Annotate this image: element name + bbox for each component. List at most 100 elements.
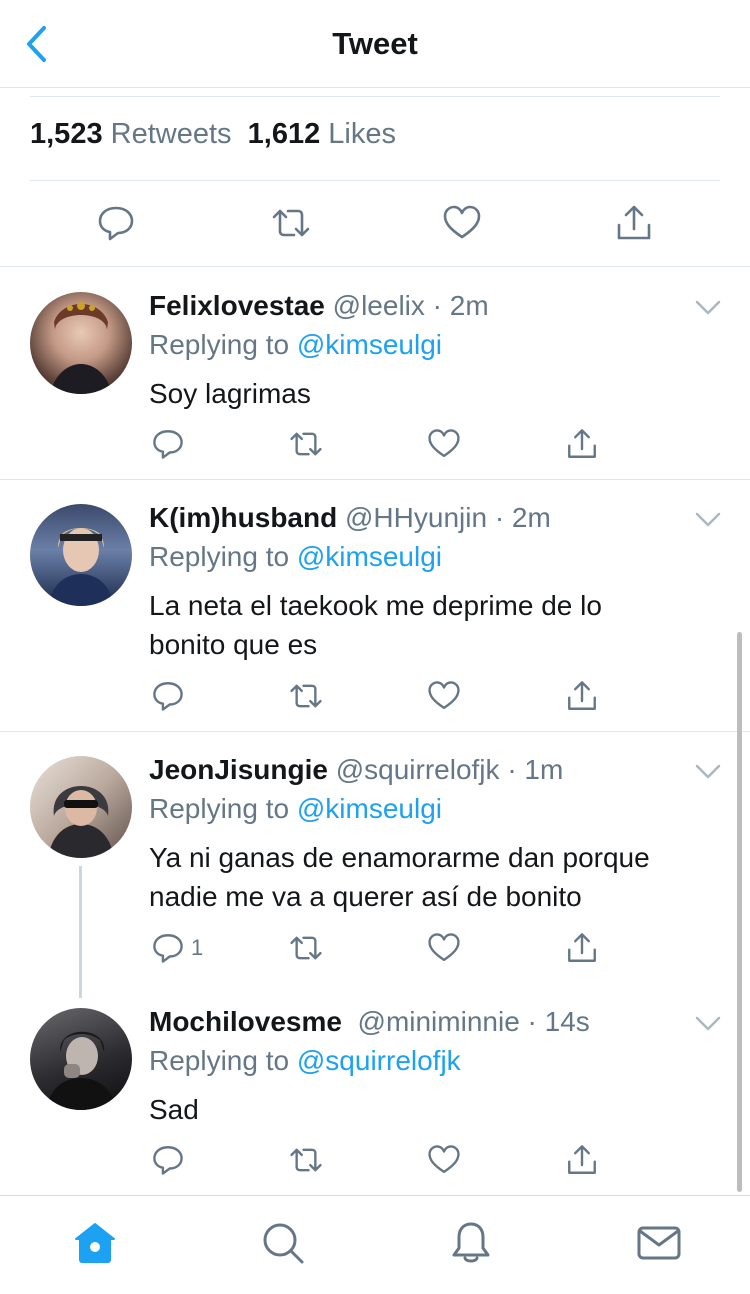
avatar[interactable] <box>30 504 132 606</box>
mention-link[interactable]: @kimseulgi <box>297 329 442 360</box>
tab-home[interactable] <box>72 1220 118 1266</box>
mention-link[interactable]: @kimseulgi <box>297 541 442 572</box>
avatar[interactable] <box>30 1008 132 1110</box>
reply-tweet[interactable]: Felixlovestae @leelix · 2m Replying to @… <box>0 268 750 480</box>
heart-icon <box>428 681 460 710</box>
user-handle[interactable]: @miniminnie <box>358 1006 520 1037</box>
mail-icon <box>637 1226 681 1260</box>
retweet-icon <box>290 1148 322 1172</box>
home-icon <box>75 1223 115 1263</box>
tweet-text: Ya ni ganas de enamorarme dan porque nad… <box>149 842 650 912</box>
scrollbar[interactable] <box>737 632 742 1192</box>
chevron-down-icon[interactable] <box>694 1014 722 1034</box>
retweet-button[interactable] <box>288 426 324 462</box>
reply-button[interactable]: 1 <box>151 930 203 966</box>
bell-icon <box>452 1222 490 1263</box>
reply-header: K(im)husband @HHyunjin · 2m <box>149 500 551 536</box>
replying-to-label: Replying to <box>149 329 290 360</box>
avatar[interactable] <box>30 292 132 394</box>
retweet-icon <box>290 936 322 960</box>
display-name[interactable]: Felixlovestae <box>149 290 325 321</box>
heart-icon <box>443 205 481 239</box>
reply-button[interactable] <box>151 426 191 462</box>
reply-header: Mochilovesme @miniminnie · 14s <box>149 1004 590 1040</box>
top-bar: Tweet <box>0 0 750 88</box>
timestamp: · 1m <box>507 754 564 785</box>
reply-tweet[interactable]: JeonJisungie @squirrelofjk · 1m Replying… <box>0 732 750 998</box>
tab-search[interactable] <box>260 1220 306 1266</box>
replying-to: Replying to @squirrelofjk <box>149 1043 461 1079</box>
reply-button[interactable] <box>151 1142 191 1178</box>
tweet-text: La neta el taekook me deprime de lo boni… <box>149 590 602 660</box>
tab-notifications[interactable] <box>448 1220 494 1266</box>
replying-to-label: Replying to <box>149 541 290 572</box>
heart-icon <box>428 933 460 962</box>
reply-icon <box>153 682 183 711</box>
share-icon <box>568 429 596 458</box>
reply-tweet[interactable]: Mochilovesme @miniminnie · 14s Replying … <box>0 984 750 1195</box>
mention-link[interactable]: @squirrelofjk <box>297 1045 461 1076</box>
retweet-button[interactable] <box>288 930 324 966</box>
share-icon <box>617 205 651 240</box>
replying-to: Replying to @kimseulgi <box>149 539 442 575</box>
retweets-label[interactable]: Retweets <box>111 118 232 150</box>
like-button[interactable] <box>427 426 461 462</box>
mention-link[interactable]: @kimseulgi <box>297 793 442 824</box>
timestamp: · 2m <box>494 502 551 533</box>
like-button[interactable] <box>427 1142 461 1178</box>
share-button[interactable] <box>565 678 599 714</box>
reply-header: JeonJisungie @squirrelofjk · 1m <box>149 752 563 788</box>
chevron-down-icon[interactable] <box>694 762 722 782</box>
tweet-text: Soy lagrimas <box>149 378 311 409</box>
reply-icon <box>98 206 134 241</box>
tweet-action-bar <box>0 181 750 267</box>
share-button[interactable] <box>565 1142 599 1178</box>
replying-to: Replying to @kimseulgi <box>149 791 442 827</box>
retweets-count[interactable]: 1,523 <box>30 118 103 150</box>
tab-messages[interactable] <box>636 1220 682 1266</box>
display-name[interactable]: JeonJisungie <box>149 754 328 785</box>
like-button[interactable] <box>427 678 461 714</box>
replying-to-label: Replying to <box>149 793 290 824</box>
display-name[interactable]: Mochilovesme <box>149 1006 342 1037</box>
timestamp: · 2m <box>432 290 489 321</box>
like-button[interactable] <box>427 930 461 966</box>
avatar[interactable] <box>30 756 132 858</box>
share-button[interactable] <box>614 203 654 243</box>
user-handle[interactable]: @leelix <box>333 290 425 321</box>
timestamp: · 14s <box>527 1006 590 1037</box>
likes-label[interactable]: Likes <box>328 118 396 150</box>
share-icon <box>568 1145 596 1174</box>
retweet-button[interactable] <box>270 203 310 243</box>
likes-count[interactable]: 1,612 <box>248 118 321 150</box>
like-button[interactable] <box>442 203 482 243</box>
display-name[interactable]: K(im)husband <box>149 502 337 533</box>
share-button[interactable] <box>565 426 599 462</box>
heart-icon <box>428 1145 460 1174</box>
reply-tweet[interactable]: K(im)husband @HHyunjin · 2m Replying to … <box>0 480 750 732</box>
retweet-icon <box>272 209 310 237</box>
retweet-icon <box>290 684 322 708</box>
share-icon <box>568 933 596 962</box>
user-handle[interactable]: @squirrelofjk <box>336 754 500 785</box>
reply-button[interactable] <box>151 678 191 714</box>
reply-button[interactable] <box>96 203 136 243</box>
reply-icon <box>153 430 183 459</box>
user-handle[interactable]: @HHyunjin <box>345 502 487 533</box>
page-title: Tweet <box>332 26 418 61</box>
reply-icon <box>153 934 183 963</box>
chevron-down-icon[interactable] <box>694 298 722 318</box>
retweet-button[interactable] <box>288 1142 324 1178</box>
retweet-icon <box>290 432 322 456</box>
share-icon <box>568 681 596 710</box>
tweet-text: Sad <box>149 1094 199 1125</box>
divider <box>30 96 720 97</box>
reply-icon <box>153 1146 183 1175</box>
reply-header: Felixlovestae @leelix · 2m <box>149 288 489 324</box>
share-button[interactable] <box>565 930 599 966</box>
replying-to-label: Replying to <box>149 1045 290 1076</box>
search-icon <box>263 1223 304 1264</box>
retweet-button[interactable] <box>288 678 324 714</box>
bottom-tab-bar <box>0 1195 750 1294</box>
chevron-down-icon[interactable] <box>694 510 722 530</box>
